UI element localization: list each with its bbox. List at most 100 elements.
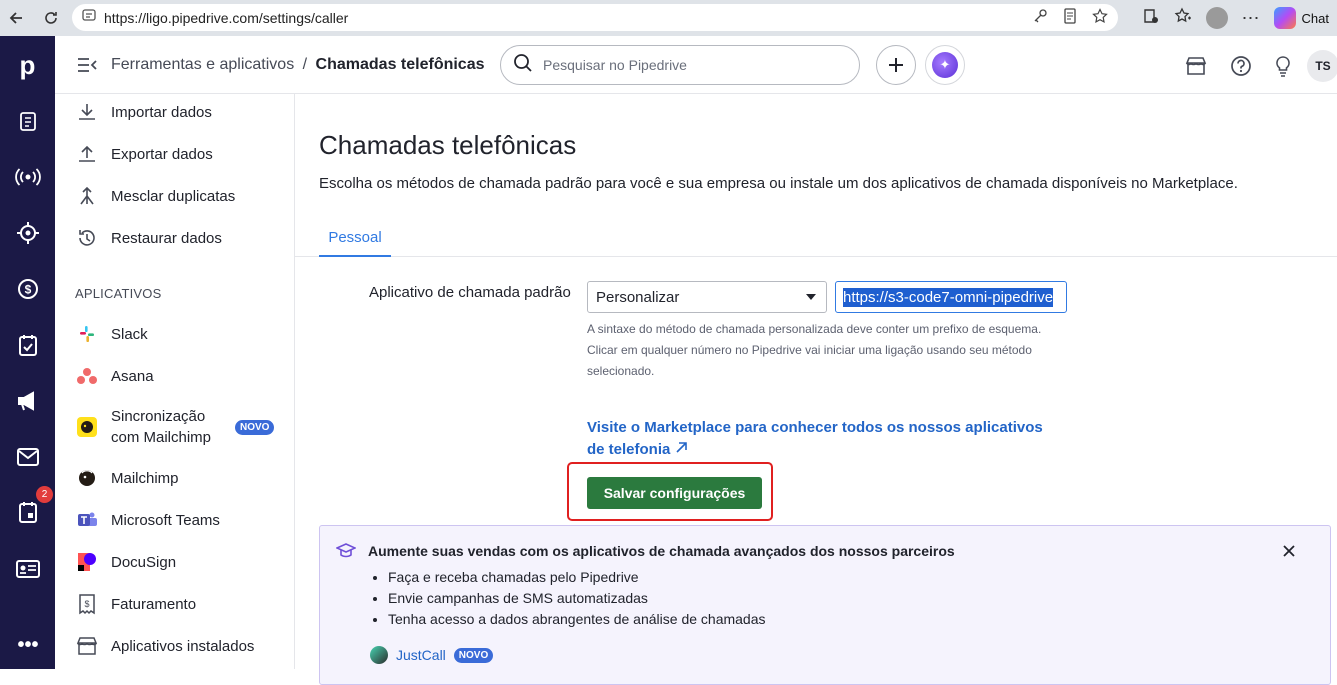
- url-text: https://ligo.pipedrive.com/settings/call…: [104, 9, 349, 26]
- justcall-partner-link[interactable]: JustCall NOVO: [370, 646, 494, 664]
- profile-avatar-icon[interactable]: [1205, 7, 1228, 29]
- default-call-app-label: Aplicativo de chamada padrão: [369, 284, 571, 301]
- campaigns-megaphone-icon[interactable]: [14, 387, 42, 415]
- promo-bullets: Faça e receba chamadas pelo Pipedrive En…: [388, 567, 766, 630]
- plus-icon: [889, 58, 903, 72]
- browser-toolbar: https://ligo.pipedrive.com/settings/call…: [0, 0, 1337, 36]
- marketplace-link[interactable]: Visite o Marketplace para conhecer todos…: [587, 417, 1057, 461]
- custom-url-input[interactable]: https://s3-code7-omni-pipedrive: [835, 281, 1067, 313]
- sidebar-item-mailchimp-sync[interactable]: Sincronização com Mailchimp NOVO: [75, 406, 275, 448]
- sidebar-item-installed-apps[interactable]: Aplicativos instalados: [75, 634, 254, 658]
- favorite-star-icon[interactable]: [1092, 8, 1108, 29]
- sidebar-item-label: Slack: [111, 325, 148, 343]
- pipedrive-logo[interactable]: p: [20, 50, 36, 81]
- help-line-click: Clicar em qualquer número no Pipedrive v…: [587, 343, 1032, 378]
- reader-icon[interactable]: [1062, 8, 1078, 29]
- save-settings-button[interactable]: Salvar configurações: [587, 477, 762, 509]
- key-icon[interactable]: [1032, 8, 1048, 29]
- breadcrumb: Ferramentas e aplicativos / Chamadas tel…: [111, 56, 485, 74]
- help-icon[interactable]: [1229, 54, 1253, 78]
- close-icon[interactable]: [1282, 542, 1296, 563]
- mail-icon[interactable]: [14, 443, 42, 471]
- dollar-icon[interactable]: $: [14, 275, 42, 303]
- docusign-icon: [75, 550, 99, 574]
- deals-icon[interactable]: [14, 107, 42, 135]
- sidebar-item-label: Exportar dados: [111, 145, 213, 163]
- sidebar-item-label: Sincronização com Mailchimp: [111, 408, 212, 446]
- back-icon[interactable]: [2, 4, 30, 32]
- merge-icon: [75, 184, 99, 208]
- new-badge: NOVO: [235, 419, 275, 435]
- notification-badge: 2: [36, 486, 53, 503]
- breadcrumb-parent[interactable]: Ferramentas e aplicativos: [111, 56, 294, 73]
- copilot-chat-button[interactable]: Chat: [1273, 7, 1329, 29]
- slack-icon: [75, 322, 99, 346]
- sidebar-item-slack[interactable]: Slack: [75, 322, 148, 346]
- graduation-cap-icon: [335, 542, 357, 565]
- apps-heading: APLICATIVOS: [75, 286, 162, 301]
- store-icon: [75, 634, 99, 658]
- reload-icon[interactable]: [37, 4, 65, 32]
- sidebar-item-import[interactable]: Importar dados: [75, 100, 212, 124]
- sidebar-item-mailchimp[interactable]: Mailchimp: [75, 466, 179, 490]
- sidebar-item-label: Asana: [111, 367, 154, 385]
- favorites-icon[interactable]: [1174, 7, 1192, 30]
- ai-assistant-button[interactable]: ✦: [925, 45, 965, 85]
- settings-sidebar: Importar dados Exportar dados Mesclar du…: [55, 94, 295, 669]
- search-box[interactable]: [500, 45, 860, 85]
- external-link-icon: [675, 442, 687, 453]
- sidebar-item-restore[interactable]: Restaurar dados: [75, 226, 222, 250]
- new-badge: NOVO: [453, 647, 494, 663]
- lightbulb-icon[interactable]: [1271, 54, 1295, 78]
- mailchimp-icon: [75, 466, 99, 490]
- tab-personal[interactable]: Pessoal: [319, 222, 391, 257]
- sidebar-item-label: DocuSign: [111, 553, 177, 571]
- upload-icon: [75, 142, 99, 166]
- calendar-icon[interactable]: [14, 498, 42, 526]
- site-info-icon[interactable]: [82, 8, 96, 27]
- target-icon[interactable]: [14, 219, 42, 247]
- list-item: Envie campanhas de SMS automatizadas: [388, 588, 766, 609]
- sidebar-item-label: Restaurar dados: [111, 229, 222, 247]
- sparkle-icon: ✦: [932, 52, 958, 78]
- sidebar-item-asana[interactable]: Asana: [75, 364, 154, 388]
- app-rail: p $ 2 •••: [0, 36, 55, 669]
- sidebar-item-merge[interactable]: Mesclar duplicatas: [75, 184, 235, 208]
- svg-text:$: $: [25, 283, 32, 297]
- search-icon: [513, 53, 533, 78]
- copilot-icon: [1273, 7, 1296, 29]
- more-apps-icon[interactable]: •••: [14, 631, 42, 659]
- sidebar-item-billing[interactable]: $ Faturamento: [75, 592, 196, 616]
- mailchimp-icon: [75, 415, 99, 439]
- call-method-select[interactable]: Personalizar: [587, 281, 827, 313]
- address-bar[interactable]: https://ligo.pipedrive.com/settings/call…: [72, 4, 1118, 31]
- user-avatar[interactable]: TS: [1307, 50, 1337, 82]
- collapse-menu-icon[interactable]: [77, 56, 97, 79]
- partner-promo-banner: Aumente suas vendas com os aplicativos d…: [319, 525, 1331, 685]
- main-content: Chamadas telefônicas Escolha os métodos …: [295, 94, 1337, 685]
- url-input-value: https://s3-code7-omni-pipedrive: [843, 287, 1054, 307]
- search-input[interactable]: [543, 57, 833, 73]
- chevron-down-icon: [806, 294, 816, 300]
- help-text: A sintaxe do método de chamada personali…: [587, 319, 1067, 382]
- sidebar-item-export[interactable]: Exportar dados: [75, 142, 213, 166]
- svg-text:$: $: [84, 599, 89, 609]
- quick-add-button[interactable]: [876, 45, 916, 85]
- select-value: Personalizar: [596, 288, 680, 306]
- sidebar-item-docusign[interactable]: DocuSign: [75, 550, 176, 574]
- justcall-logo-icon: [370, 646, 388, 664]
- sidebar-item-label: Faturamento: [111, 595, 197, 613]
- collections-icon[interactable]: [1142, 7, 1160, 30]
- marketplace-store-icon[interactable]: [1184, 54, 1208, 78]
- contacts-card-icon[interactable]: [14, 555, 42, 583]
- app-header: Ferramentas e aplicativos / Chamadas tel…: [55, 36, 1337, 94]
- marketplace-link-text: Visite o Marketplace para conhecer todos…: [587, 419, 1043, 458]
- more-options-icon[interactable]: ⋯: [1242, 8, 1260, 29]
- sidebar-item-teams[interactable]: Microsoft Teams: [75, 508, 220, 532]
- broadcast-icon[interactable]: [14, 163, 42, 191]
- help-line-syntax: A sintaxe do método de chamada personali…: [587, 322, 1042, 336]
- page-title: Chamadas telefônicas: [319, 130, 577, 160]
- teams-icon: [75, 508, 99, 532]
- sidebar-item-label: Importar dados: [111, 103, 212, 121]
- activities-icon[interactable]: [14, 331, 42, 359]
